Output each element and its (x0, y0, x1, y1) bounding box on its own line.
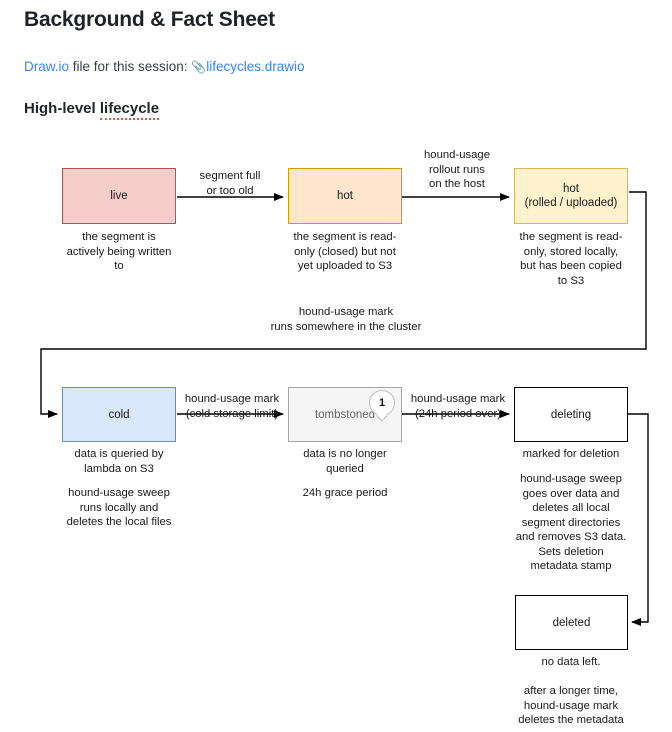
connector-hotrolled-cold (40, 191, 647, 418)
lifecycle-diagram: live the segment is actively being writt… (0, 0, 672, 732)
node-deleted-caption-secondary: after a longer time, hound-usage mark de… (518, 685, 624, 726)
node-deleting-label: deleting (550, 408, 592, 421)
node-hot[interactable]: hot (288, 168, 402, 224)
node-hot-label: hot (337, 190, 353, 202)
edge-label-tombstoned-deleting: hound-usage mark (24h period over) (410, 393, 506, 420)
node-live-label: live (110, 190, 128, 202)
fact-sheet-page: Background & Fact Sheet Draw.io file for… (0, 0, 672, 732)
node-cold-caption: data is queried by lambda on S3 (74, 448, 164, 475)
edge-label-cold-tombstoned: hound-usage mark (cold storage limit) (184, 393, 280, 420)
node-cold-label: cold (108, 408, 130, 421)
node-cold-caption-secondary: hound-usage sweep runs locally and delet… (66, 487, 172, 528)
node-deleted-label: deleted (552, 616, 591, 629)
comment-pin-count: 1 (378, 397, 386, 409)
node-tombstoned-label: tombstoned (314, 408, 376, 421)
node-live-caption: the segment is actively being written to (66, 231, 172, 272)
node-tombstoned-caption-secondary: 24h grace period (302, 487, 388, 499)
node-deleting[interactable]: deleting (514, 387, 628, 442)
node-live[interactable]: live (62, 168, 176, 224)
edge-label-hotrolled-cold: hound-usage mark runs somewhere in the c… (270, 306, 422, 333)
node-deleting-caption-secondary: hound-usage sweep goes over data and del… (515, 473, 627, 572)
node-deleted-caption: no data left. (541, 656, 601, 668)
node-hot-rolled-label: hot (rolled / uploaded) (524, 183, 618, 209)
comment-pin-badge[interactable]: 1 (369, 390, 395, 416)
node-hot-rolled[interactable]: hot (rolled / uploaded) (514, 168, 628, 224)
node-hot-rolled-caption: the segment is read- only, stored locall… (519, 231, 623, 287)
edge-label-live-hot: segment full or too old (199, 170, 261, 197)
node-hot-caption: the segment is read- only (closed) but n… (293, 231, 397, 272)
node-tombstoned-caption: data is no longer queried (303, 448, 387, 475)
node-deleted[interactable]: deleted (515, 595, 628, 650)
node-cold[interactable]: cold (62, 387, 176, 442)
edge-label-hot-hotrolled: hound-usage rollout runs on the host (424, 149, 490, 190)
node-deleting-caption: marked for deletion (522, 448, 620, 460)
